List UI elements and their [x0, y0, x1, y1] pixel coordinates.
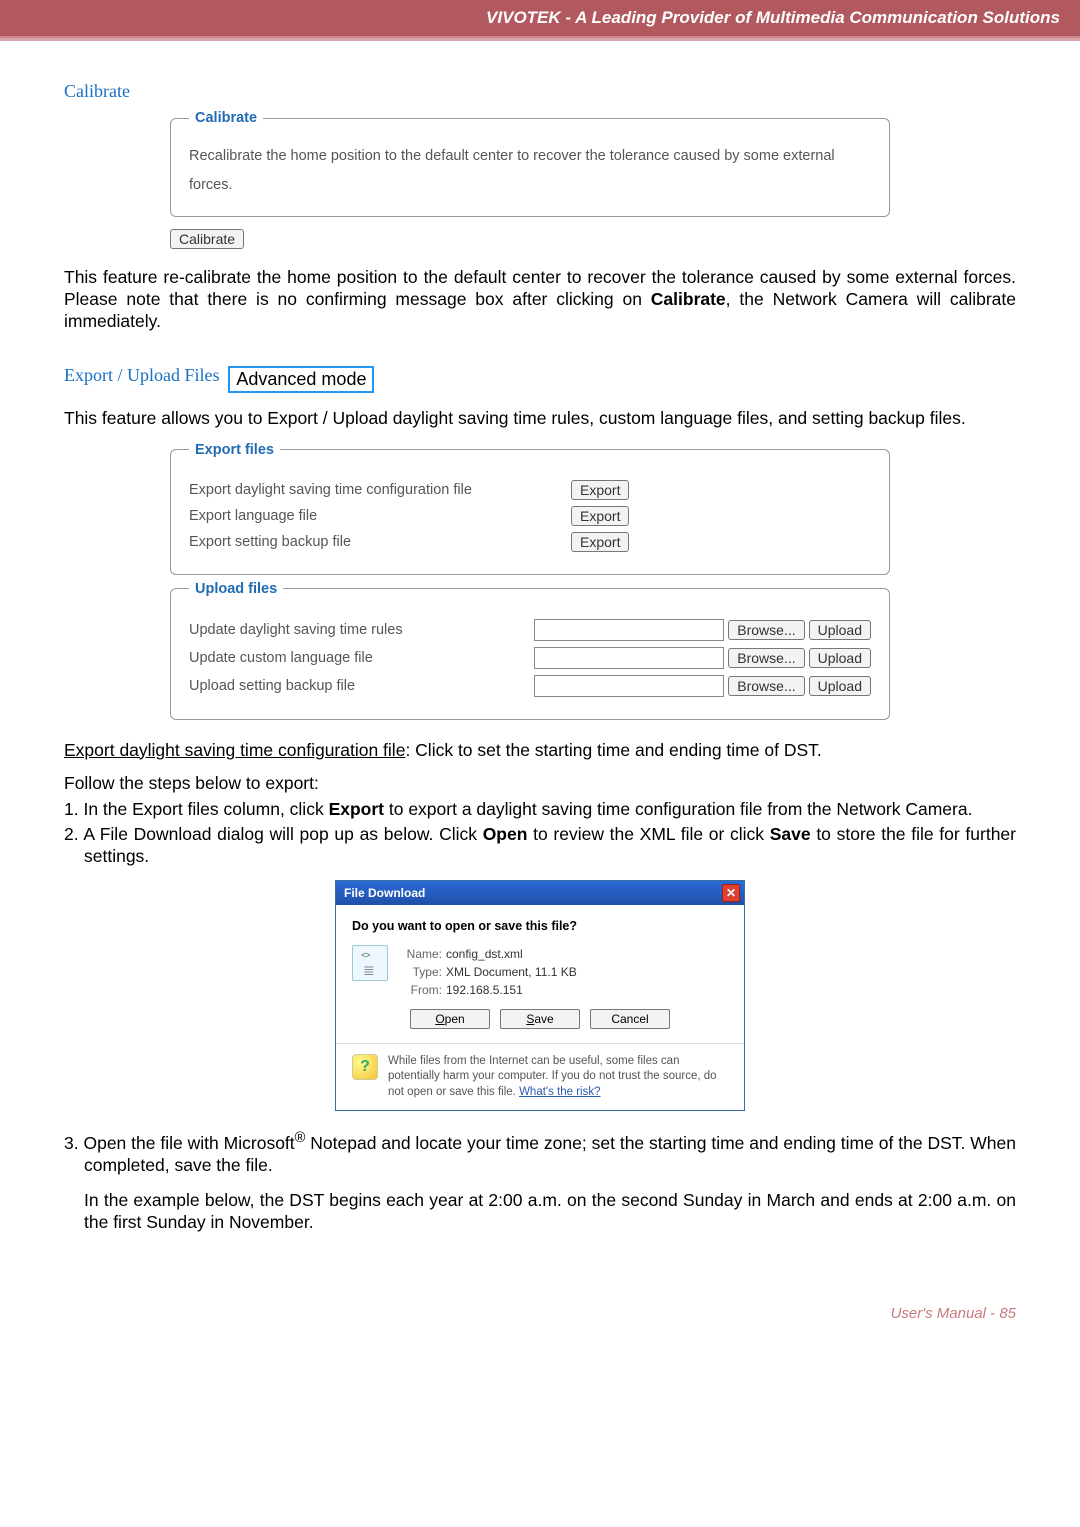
export-upload-intro: This feature allows you to Export / Uplo…	[64, 408, 1016, 430]
step1-a: 1. In the Export files column, click	[64, 799, 329, 819]
follow-steps: Follow the steps below to export:	[64, 773, 1016, 794]
footer-label: User's Manual -	[891, 1305, 1000, 1322]
upload-dst-upload[interactable]: Upload	[809, 620, 871, 640]
meta-type-v: XML Document, 11.1 KB	[446, 965, 577, 979]
export-steps: 1. In the Export files column, click Exp…	[64, 798, 1016, 867]
export-dst-label: Export daylight saving time configuratio…	[189, 482, 539, 498]
step3-para: In the example below, the DST begins eac…	[84, 1189, 1016, 1234]
step2-b: Open	[483, 824, 528, 844]
calibrate-desc: Recalibrate the home position to the def…	[189, 142, 871, 200]
step2-d: Save	[770, 824, 811, 844]
calibrate-button[interactable]: Calibrate	[170, 229, 244, 249]
upload-backup-label: Upload setting backup file	[189, 678, 417, 694]
step2-a: 2. A File Download dialog will pop up as…	[64, 824, 483, 844]
step-3: 3. Open the file with Microsoft® Notepad…	[64, 1129, 1016, 1233]
step3-reg: ®	[295, 1130, 306, 1146]
calibrate-legend: Calibrate	[189, 110, 263, 126]
calibrate-heading: Calibrate	[64, 81, 1016, 102]
upload-backup-input[interactable]	[534, 675, 724, 697]
upload-lang-input[interactable]	[534, 647, 724, 669]
export-files-legend: Export files	[189, 442, 280, 458]
step1-c: to export a daylight saving time configu…	[384, 799, 972, 819]
meta-name-v: config_dst.xml	[446, 947, 523, 961]
upload-files-group: Upload files Update daylight saving time…	[170, 581, 890, 720]
dialog-title: File Download	[344, 886, 425, 900]
export-lang-label: Export language file	[189, 508, 539, 524]
close-icon[interactable]: ✕	[722, 884, 740, 902]
upload-lang-upload[interactable]: Upload	[809, 648, 871, 668]
export-backup-label: Export setting backup file	[189, 534, 539, 550]
export-steps-cont: 3. Open the file with Microsoft® Notepad…	[64, 1129, 1016, 1233]
export-dst-lead-underline: Export daylight saving time configuratio…	[64, 740, 405, 760]
xml-file-icon	[352, 945, 388, 981]
footer-page: 85	[999, 1305, 1016, 1322]
whats-the-risk-link[interactable]: What's the risk?	[519, 1086, 600, 1098]
save-u: S	[526, 1012, 534, 1026]
upload-dst-label: Update daylight saving time rules	[189, 622, 417, 638]
upload-backup-upload[interactable]: Upload	[809, 676, 871, 696]
dialog-file-meta: Name: config_dst.xml Type: XML Document, 1…	[400, 945, 577, 999]
export-dst-lead-rest: : Click to set the starting time and end…	[405, 740, 821, 760]
page-footer: User's Manual - 85	[0, 1265, 1080, 1352]
shield-question-icon: ?	[352, 1054, 378, 1080]
export-backup-button[interactable]: Export	[571, 532, 629, 552]
export-dst-lead: Export daylight saving time configuratio…	[64, 740, 1016, 762]
file-download-dialog: File Download ✕ Do you want to open or s…	[335, 880, 745, 1112]
export-lang-button[interactable]: Export	[571, 506, 629, 526]
meta-type-k: Type:	[400, 963, 442, 981]
export-upload-heading-row: Export / Upload Files Advanced mode	[64, 365, 1016, 394]
meta-from-v: 192.168.5.151	[446, 983, 523, 997]
dialog-open-button[interactable]: Open	[410, 1009, 490, 1029]
dialog-question: Do you want to open or save this file?	[352, 919, 728, 933]
export-files-group: Export files Export daylight saving time…	[170, 442, 890, 575]
dialog-divider	[336, 1043, 744, 1044]
calibrate-group: Calibrate Recalibrate the home position …	[170, 110, 890, 217]
dialog-warning: ? While files from the Internet can be u…	[352, 1054, 728, 1101]
upload-dst-browse[interactable]: Browse...	[728, 620, 804, 640]
calibrate-body: This feature re-calibrate the home posit…	[64, 267, 1016, 333]
export-upload-heading: Export / Upload Files	[64, 365, 220, 386]
export-dst-button[interactable]: Export	[571, 480, 629, 500]
upload-lang-browse[interactable]: Browse...	[728, 648, 804, 668]
upload-dst-input[interactable]	[534, 619, 724, 641]
dialog-titlebar: File Download ✕	[336, 881, 744, 905]
upload-backup-browse[interactable]: Browse...	[728, 676, 804, 696]
upload-lang-label: Update custom language file	[189, 650, 417, 666]
calibrate-body-bold: Calibrate	[651, 289, 726, 309]
header-tagline: VIVOTEK - A Leading Provider of Multimed…	[486, 8, 1060, 27]
dialog-cancel-button[interactable]: Cancel	[590, 1009, 670, 1029]
step-2: 2. A File Download dialog will pop up as…	[64, 823, 1016, 868]
meta-from-k: From:	[400, 981, 442, 999]
step2-c: to review the XML file or click	[527, 824, 769, 844]
step1-b: Export	[329, 799, 384, 819]
open-u: O	[435, 1012, 444, 1026]
upload-files-legend: Upload files	[189, 581, 283, 597]
advanced-mode-badge: Advanced mode	[228, 366, 374, 393]
page-header: VIVOTEK - A Leading Provider of Multimed…	[0, 0, 1080, 38]
step3-a: 3. Open the file with Microsoft	[64, 1133, 295, 1153]
step-1: 1. In the Export files column, click Exp…	[64, 798, 1016, 820]
meta-name-k: Name:	[400, 945, 442, 963]
dialog-save-button[interactable]: Save	[500, 1009, 580, 1029]
